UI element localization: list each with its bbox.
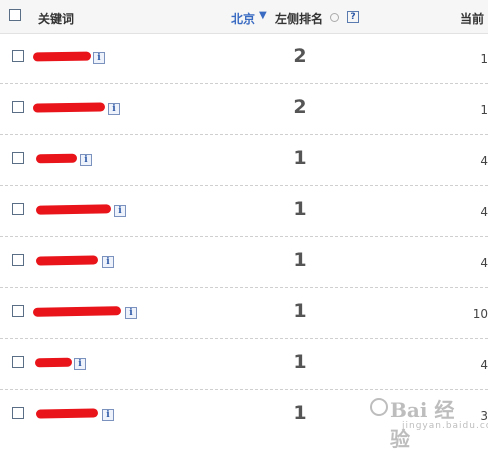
left-rank-value: 1	[293, 249, 307, 271]
current-value: 10	[472, 307, 488, 321]
help-icon[interactable]: ?	[347, 11, 359, 23]
table-header: 关键词 北京 ▼ 左侧排名 ? 当前	[0, 0, 488, 34]
table-row: i 1 4	[0, 186, 488, 237]
left-rank-value: 1	[293, 147, 307, 169]
keyword-rank-table: 关键词 北京 ▼ 左侧排名 ? 当前 i 2 1 i 2 1 i 1 4 i 1…	[0, 0, 488, 451]
left-rank-value: 1	[293, 351, 307, 373]
table-row: i 1 4	[0, 339, 488, 390]
left-rank-column-header[interactable]: 左侧排名	[275, 10, 323, 27]
redacted-keyword	[32, 306, 122, 317]
left-rank-value: 2	[293, 96, 307, 118]
redacted-keyword	[35, 408, 99, 419]
redacted-keyword	[35, 255, 99, 266]
current-value: 1	[480, 103, 488, 117]
row-checkbox[interactable]	[12, 50, 24, 62]
keyword-column-header: 关键词	[38, 12, 75, 26]
table-row: i 1 4	[0, 237, 488, 288]
info-icon[interactable]: i	[102, 409, 114, 421]
paw-logo-icon	[370, 398, 388, 416]
table-row: i 2 1	[0, 84, 488, 135]
current-value: 4	[480, 154, 488, 168]
info-icon[interactable]: i	[108, 103, 120, 115]
redacted-keyword	[35, 153, 78, 164]
current-value: 4	[480, 358, 488, 372]
row-checkbox[interactable]	[12, 407, 24, 419]
row-checkbox[interactable]	[12, 101, 24, 113]
city-filter-header[interactable]: 北京	[231, 10, 255, 27]
table-row: i 1 10	[0, 288, 488, 339]
left-rank-value: 1	[293, 402, 307, 424]
sort-toggle-icon[interactable]	[330, 13, 339, 22]
row-checkbox[interactable]	[12, 203, 24, 215]
select-all-checkbox[interactable]	[9, 9, 21, 21]
row-checkbox[interactable]	[12, 152, 24, 164]
row-checkbox[interactable]	[12, 356, 24, 368]
info-icon[interactable]: i	[125, 307, 137, 319]
current-value: 4	[480, 256, 488, 270]
watermark-domain: jingyan.baidu.com	[402, 421, 488, 431]
redacted-keyword	[35, 204, 112, 215]
row-checkbox[interactable]	[12, 305, 24, 317]
redacted-keyword	[32, 51, 92, 62]
baidu-jingyan-watermark: Bai 经验 jingyan.baidu.com	[368, 392, 488, 451]
row-checkbox[interactable]	[12, 254, 24, 266]
current-value: 1	[480, 52, 488, 66]
left-rank-value: 2	[293, 45, 307, 67]
info-icon[interactable]: i	[114, 205, 126, 217]
info-icon[interactable]: i	[93, 52, 105, 64]
info-icon[interactable]: i	[80, 154, 92, 166]
left-rank-value: 1	[293, 300, 307, 322]
redacted-keyword	[34, 357, 73, 368]
sort-down-icon[interactable]: ▼	[259, 10, 267, 21]
redacted-keyword	[32, 102, 106, 113]
current-value: 4	[480, 205, 488, 219]
current-column-header: 当前	[460, 12, 485, 26]
table-row: i 1 4	[0, 135, 488, 186]
info-icon[interactable]: i	[102, 256, 114, 268]
info-icon[interactable]: i	[74, 358, 86, 370]
left-rank-value: 1	[293, 198, 307, 220]
table-row: i 2 1	[0, 33, 488, 84]
